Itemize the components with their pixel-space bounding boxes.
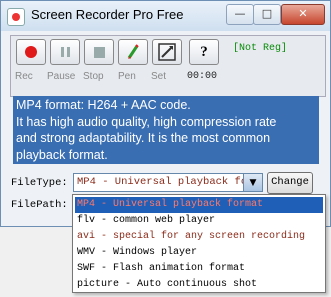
dropdown-option-flv[interactable]: flv - common web player	[75, 213, 323, 229]
minimize-button[interactable]: —	[226, 4, 254, 25]
pause-button[interactable]	[50, 39, 80, 65]
filepath-label: FilePath:	[11, 199, 68, 211]
pause-label: Pause	[47, 71, 76, 82]
format-description: MP4 format: H264 + AAC code. It has high…	[13, 96, 319, 164]
pen-button[interactable]	[118, 39, 148, 65]
filetype-select[interactable]: MP4 - Universal playback format ▼	[73, 173, 263, 192]
dropdown-option-swf[interactable]: SWF - Flash animation format	[75, 261, 323, 277]
pause-icon	[60, 47, 70, 57]
toolbar: ? [Not Reg] Rec Pause Stop Pen Set 00:00	[10, 35, 326, 97]
window-title: Screen Recorder Pro Free	[31, 7, 184, 22]
pen-label: Pen	[118, 71, 136, 82]
title-bar[interactable]: Screen Recorder Pro Free — □ ✕	[1, 1, 330, 31]
description-line: MP4 format: H264 + AAC code.	[16, 98, 191, 112]
timer: 00:00	[187, 71, 218, 82]
rec-label: Rec	[15, 71, 33, 82]
dropdown-option-wmv[interactable]: WMV - Windows player	[75, 245, 323, 261]
registration-status: [Not Reg]	[233, 43, 288, 54]
settings-button[interactable]	[152, 39, 182, 65]
chevron-down-icon[interactable]: ▼	[243, 174, 262, 191]
record-icon	[25, 46, 37, 58]
filetype-label: FileType:	[11, 177, 68, 189]
dropdown-option-mp4[interactable]: MP4 - Universal playback format	[75, 197, 323, 213]
change-button[interactable]: Change	[267, 172, 313, 194]
filetype-value: MP4 - Universal playback format	[77, 176, 243, 188]
settings-icon	[158, 43, 176, 61]
description-line: It has high audio quality, high compress…	[16, 114, 277, 129]
stop-label: Stop	[83, 71, 104, 82]
record-button[interactable]	[16, 39, 46, 65]
dropdown-option-avi[interactable]: avi - special for any screen recording	[75, 229, 323, 245]
dropdown-option-picture[interactable]: picture - Auto continuous shot	[75, 277, 323, 293]
description-line: and strong adaptability. It is the most …	[16, 131, 271, 145]
maximize-button[interactable]: □	[253, 4, 281, 25]
stop-button[interactable]	[84, 39, 114, 65]
description-line: playback format.	[16, 147, 108, 162]
app-window: Screen Recorder Pro Free — □ ✕ ? [Not Re…	[0, 0, 331, 227]
filetype-dropdown-list: MP4 - Universal playback format flv - co…	[72, 194, 326, 293]
help-button[interactable]: ?	[189, 39, 219, 65]
close-button[interactable]: ✕	[281, 4, 325, 25]
help-icon: ?	[200, 43, 208, 60]
app-icon	[7, 8, 25, 26]
pen-icon	[127, 44, 139, 59]
stop-icon	[93, 46, 105, 58]
set-label: Set	[151, 71, 167, 82]
